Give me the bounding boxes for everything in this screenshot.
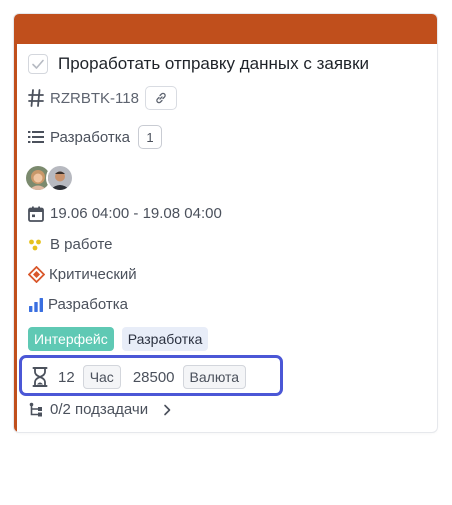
task-dates[interactable]: 19.06 04:00 - 19.08 04:00 xyxy=(50,205,222,222)
task-card[interactable]: Проработать отправку данных с заявки RZR… xyxy=(14,14,437,432)
estimate-cost-value[interactable]: 28500 xyxy=(133,369,175,386)
chevron-right-icon xyxy=(164,404,171,415)
estimate-row[interactable]: 12 Час 28500 Валюта xyxy=(28,365,256,389)
avatar[interactable] xyxy=(46,164,74,192)
type-row: Разработка xyxy=(28,296,128,313)
hash-icon xyxy=(28,89,44,107)
status-row: В работе xyxy=(28,236,113,253)
priority-row: Критический xyxy=(28,266,137,283)
hourglass-icon xyxy=(32,367,48,387)
bar-chart-icon xyxy=(29,298,43,312)
estimate-cost-unit[interactable]: Валюта xyxy=(182,365,247,389)
tag[interactable]: Интерфейс xyxy=(28,327,114,351)
estimate-time-unit[interactable]: Час xyxy=(82,365,121,389)
dates-row: 19.06 04:00 - 19.08 04:00 xyxy=(28,205,222,222)
tags-row: Интерфейс Разработка xyxy=(28,327,216,351)
list-count-badge: 1 xyxy=(137,125,162,149)
task-status[interactable]: В работе xyxy=(50,236,113,253)
copy-link-button[interactable] xyxy=(144,86,177,110)
task-priority[interactable]: Критический xyxy=(49,266,137,283)
calendar-icon xyxy=(28,206,44,222)
task-title[interactable]: Проработать отправку данных с заявки xyxy=(58,54,369,74)
list-name[interactable]: Разработка xyxy=(50,129,130,146)
tag[interactable]: Разработка xyxy=(121,327,209,351)
task-id-row: RZRBTK-118 xyxy=(28,86,177,110)
task-type[interactable]: Разработка xyxy=(48,296,128,313)
subtasks-count: 0/2 подзадачи xyxy=(50,401,149,418)
assignees[interactable] xyxy=(24,164,74,192)
link-icon xyxy=(156,92,166,104)
subtask-tree-icon xyxy=(29,402,42,416)
title-row: Проработать отправку данных с заявки xyxy=(28,54,369,74)
estimate-time-value[interactable]: 12 xyxy=(58,369,75,386)
complete-checkbox[interactable] xyxy=(28,54,48,74)
list-icon xyxy=(28,131,44,143)
priority-diamond-icon xyxy=(28,266,45,283)
status-dots-icon xyxy=(29,239,41,250)
check-icon xyxy=(32,59,44,69)
list-row: Разработка 1 xyxy=(28,125,162,149)
task-id: RZRBTK-118 xyxy=(50,89,139,107)
subtasks-toggle[interactable]: 0/2 подзадачи xyxy=(28,401,172,418)
